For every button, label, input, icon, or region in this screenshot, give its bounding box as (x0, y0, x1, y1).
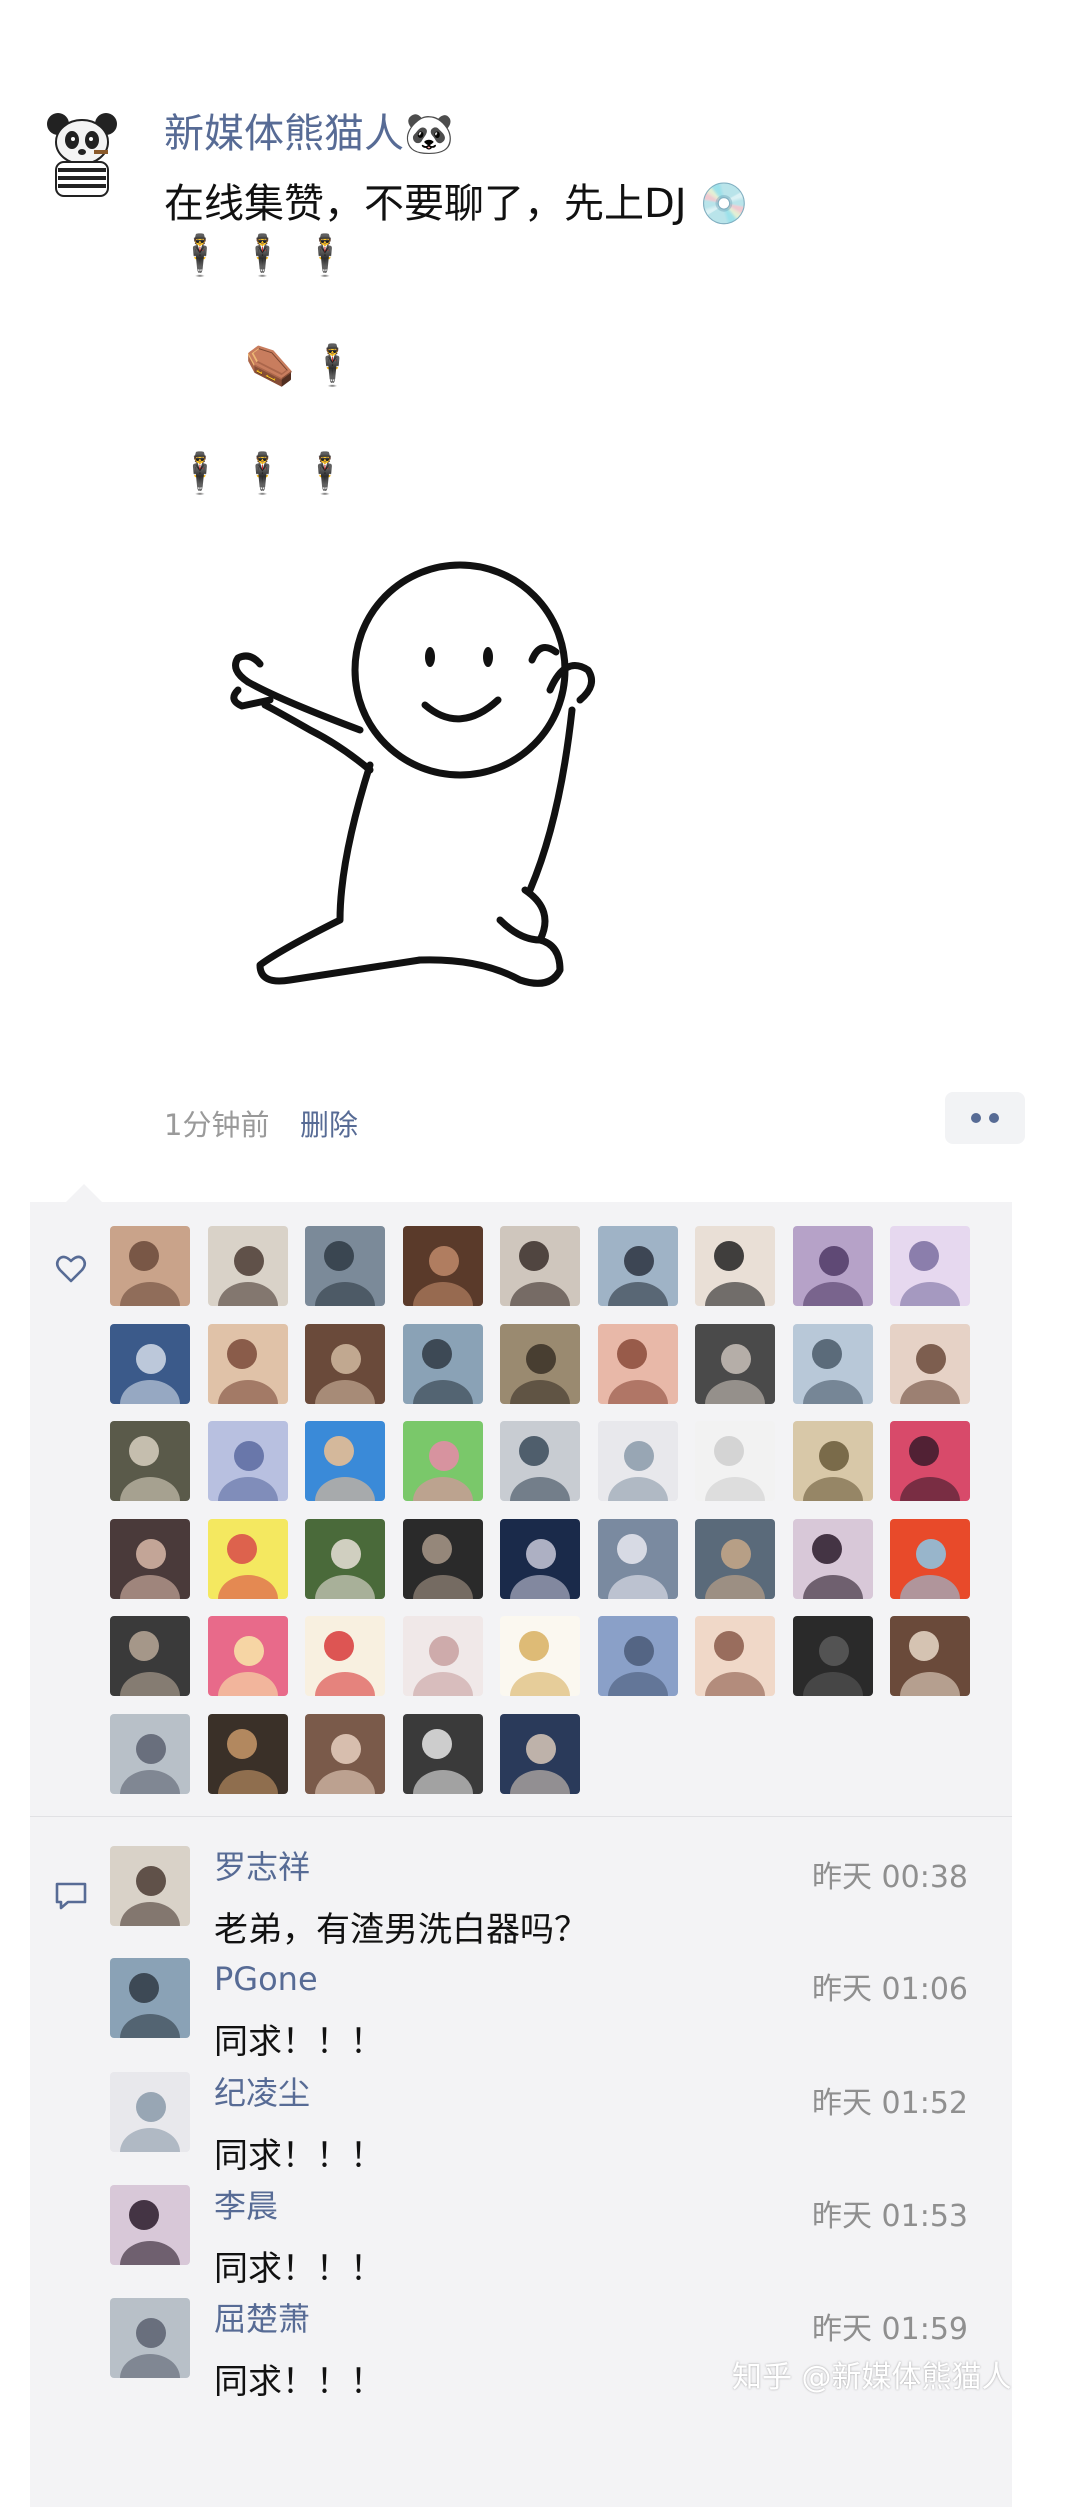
liker-avatar[interactable] (305, 1421, 385, 1501)
liker-avatar[interactable] (110, 1713, 190, 1794)
liker-avatar[interactable] (597, 1518, 678, 1599)
comment-item[interactable]: 纪凌尘 昨天 01:52 同求！！！ (110, 2072, 990, 2184)
liker-avatar[interactable] (500, 1421, 580, 1501)
liker-avatar[interactable] (695, 1421, 775, 1501)
panel-caret (66, 1184, 102, 1202)
liker-avatar[interactable] (207, 1323, 288, 1404)
post-time: 1分钟前 (164, 1108, 270, 1142)
author-avatar[interactable] (36, 106, 128, 198)
liker-avatar[interactable] (402, 1713, 483, 1794)
liker-avatar[interactable] (305, 1713, 385, 1794)
liker-avatar[interactable] (110, 1616, 190, 1696)
liker-avatar[interactable] (890, 1421, 970, 1501)
heart-outline-icon (54, 1252, 88, 1286)
watermark: 知乎 @新媒体熊猫人 (732, 2360, 1012, 2395)
liker-avatar[interactable] (792, 1421, 873, 1501)
comment-time: 昨天 01:52 (812, 2086, 968, 2121)
liker-avatar[interactable] (597, 1421, 678, 1501)
comment-item[interactable]: PGone 昨天 01:06 同求！！！ (110, 1958, 990, 2070)
liker-avatar[interactable] (890, 1323, 970, 1404)
liker-avatar[interactable] (305, 1518, 385, 1599)
liker-avatar[interactable] (792, 1518, 873, 1599)
sticker-image[interactable] (220, 560, 640, 1020)
liker-avatar[interactable] (110, 1323, 190, 1404)
liker-avatar[interactable] (890, 1518, 970, 1599)
liker-avatar[interactable] (500, 1323, 580, 1404)
liker-avatar[interactable] (402, 1421, 483, 1501)
liker-avatar[interactable] (500, 1616, 580, 1696)
liker-avatar[interactable] (890, 1226, 970, 1306)
commenter-avatar[interactable] (110, 1958, 190, 2038)
comment-text: 同求！！！ (214, 2136, 384, 2176)
liker-avatar[interactable] (402, 1616, 483, 1696)
liker-avatar[interactable] (207, 1616, 288, 1696)
post-text: 在线集赞，不要聊了，先上DJ 💿 (164, 181, 750, 227)
liker-avatar[interactable] (305, 1616, 385, 1696)
liker-avatar[interactable] (695, 1616, 775, 1696)
commenter-name[interactable]: 纪凌尘 (214, 2075, 310, 2111)
more-dots-icon[interactable] (945, 1092, 1025, 1144)
liker-avatar[interactable] (792, 1323, 873, 1404)
liker-avatar[interactable] (597, 1616, 678, 1696)
liker-avatar[interactable] (110, 1518, 190, 1599)
comment-item[interactable]: 罗志祥 昨天 00:38 老弟，有渣男洗白器吗？ (110, 1846, 990, 1958)
divider (30, 1816, 1012, 1817)
liker-avatar[interactable] (500, 1518, 580, 1599)
emoji-line-3: 🕴 🕴 🕴 (175, 451, 350, 497)
comment-text: 老弟，有渣男洗白器吗？ (214, 1910, 588, 1950)
emoji-line-1: 🕴 🕴 🕴 (175, 233, 350, 279)
commenter-name[interactable]: PGone (214, 1961, 318, 1997)
comment-text: 同求！！！ (214, 2022, 384, 2062)
comment-time: 昨天 00:38 (812, 1860, 968, 1895)
comment-text: 同求！！！ (214, 2249, 384, 2289)
liker-avatar[interactable] (695, 1518, 775, 1599)
liker-avatar[interactable] (695, 1323, 775, 1404)
liker-avatar[interactable] (695, 1226, 775, 1306)
liker-avatar[interactable] (110, 1226, 190, 1306)
comment-bubble-icon (54, 1880, 88, 1912)
liker-avatar[interactable] (597, 1226, 678, 1306)
liker-avatar[interactable] (402, 1226, 483, 1306)
commenter-name[interactable]: 罗志祥 (214, 1849, 310, 1885)
liker-avatar[interactable] (402, 1323, 483, 1404)
liker-avatar[interactable] (305, 1226, 385, 1306)
interaction-panel: 罗志祥 昨天 00:38 老弟，有渣男洗白器吗？ PGone 昨天 01:06 … (30, 1202, 1012, 2507)
liker-avatar[interactable] (305, 1323, 385, 1404)
commenter-name[interactable]: 李晨 (214, 2188, 278, 2224)
liker-avatar[interactable] (792, 1226, 873, 1306)
author-name[interactable]: 新媒体熊猫人🐼 (164, 110, 454, 158)
liker-avatar[interactable] (500, 1226, 580, 1306)
liker-avatar[interactable] (207, 1421, 288, 1501)
liker-avatar[interactable] (110, 1421, 190, 1501)
comment-item[interactable]: 李晨 昨天 01:53 同求！！！ (110, 2185, 990, 2297)
emoji-line-2: ⚰️ 🕴 (245, 343, 358, 389)
commenter-name[interactable]: 屈楚萧 (214, 2301, 310, 2337)
liker-avatar[interactable] (402, 1518, 483, 1599)
comment-time: 昨天 01:53 (812, 2199, 968, 2234)
liker-avatar[interactable] (207, 1226, 288, 1306)
liker-avatar[interactable] (890, 1616, 970, 1696)
liker-avatar[interactable] (207, 1518, 288, 1599)
commenter-avatar[interactable] (110, 1846, 190, 1926)
comment-text: 同求！！！ (214, 2362, 384, 2402)
liker-avatar[interactable] (207, 1713, 288, 1794)
liker-avatar[interactable] (792, 1616, 873, 1696)
commenter-avatar[interactable] (110, 2072, 190, 2152)
comment-time: 昨天 01:06 (812, 1972, 968, 2007)
delete-button[interactable]: 删除 (300, 1102, 358, 1144)
liker-avatar[interactable] (597, 1323, 678, 1404)
liker-avatar[interactable] (500, 1713, 580, 1794)
commenter-avatar[interactable] (110, 2298, 190, 2378)
commenter-avatar[interactable] (110, 2185, 190, 2265)
comment-time: 昨天 01:59 (812, 2312, 968, 2347)
